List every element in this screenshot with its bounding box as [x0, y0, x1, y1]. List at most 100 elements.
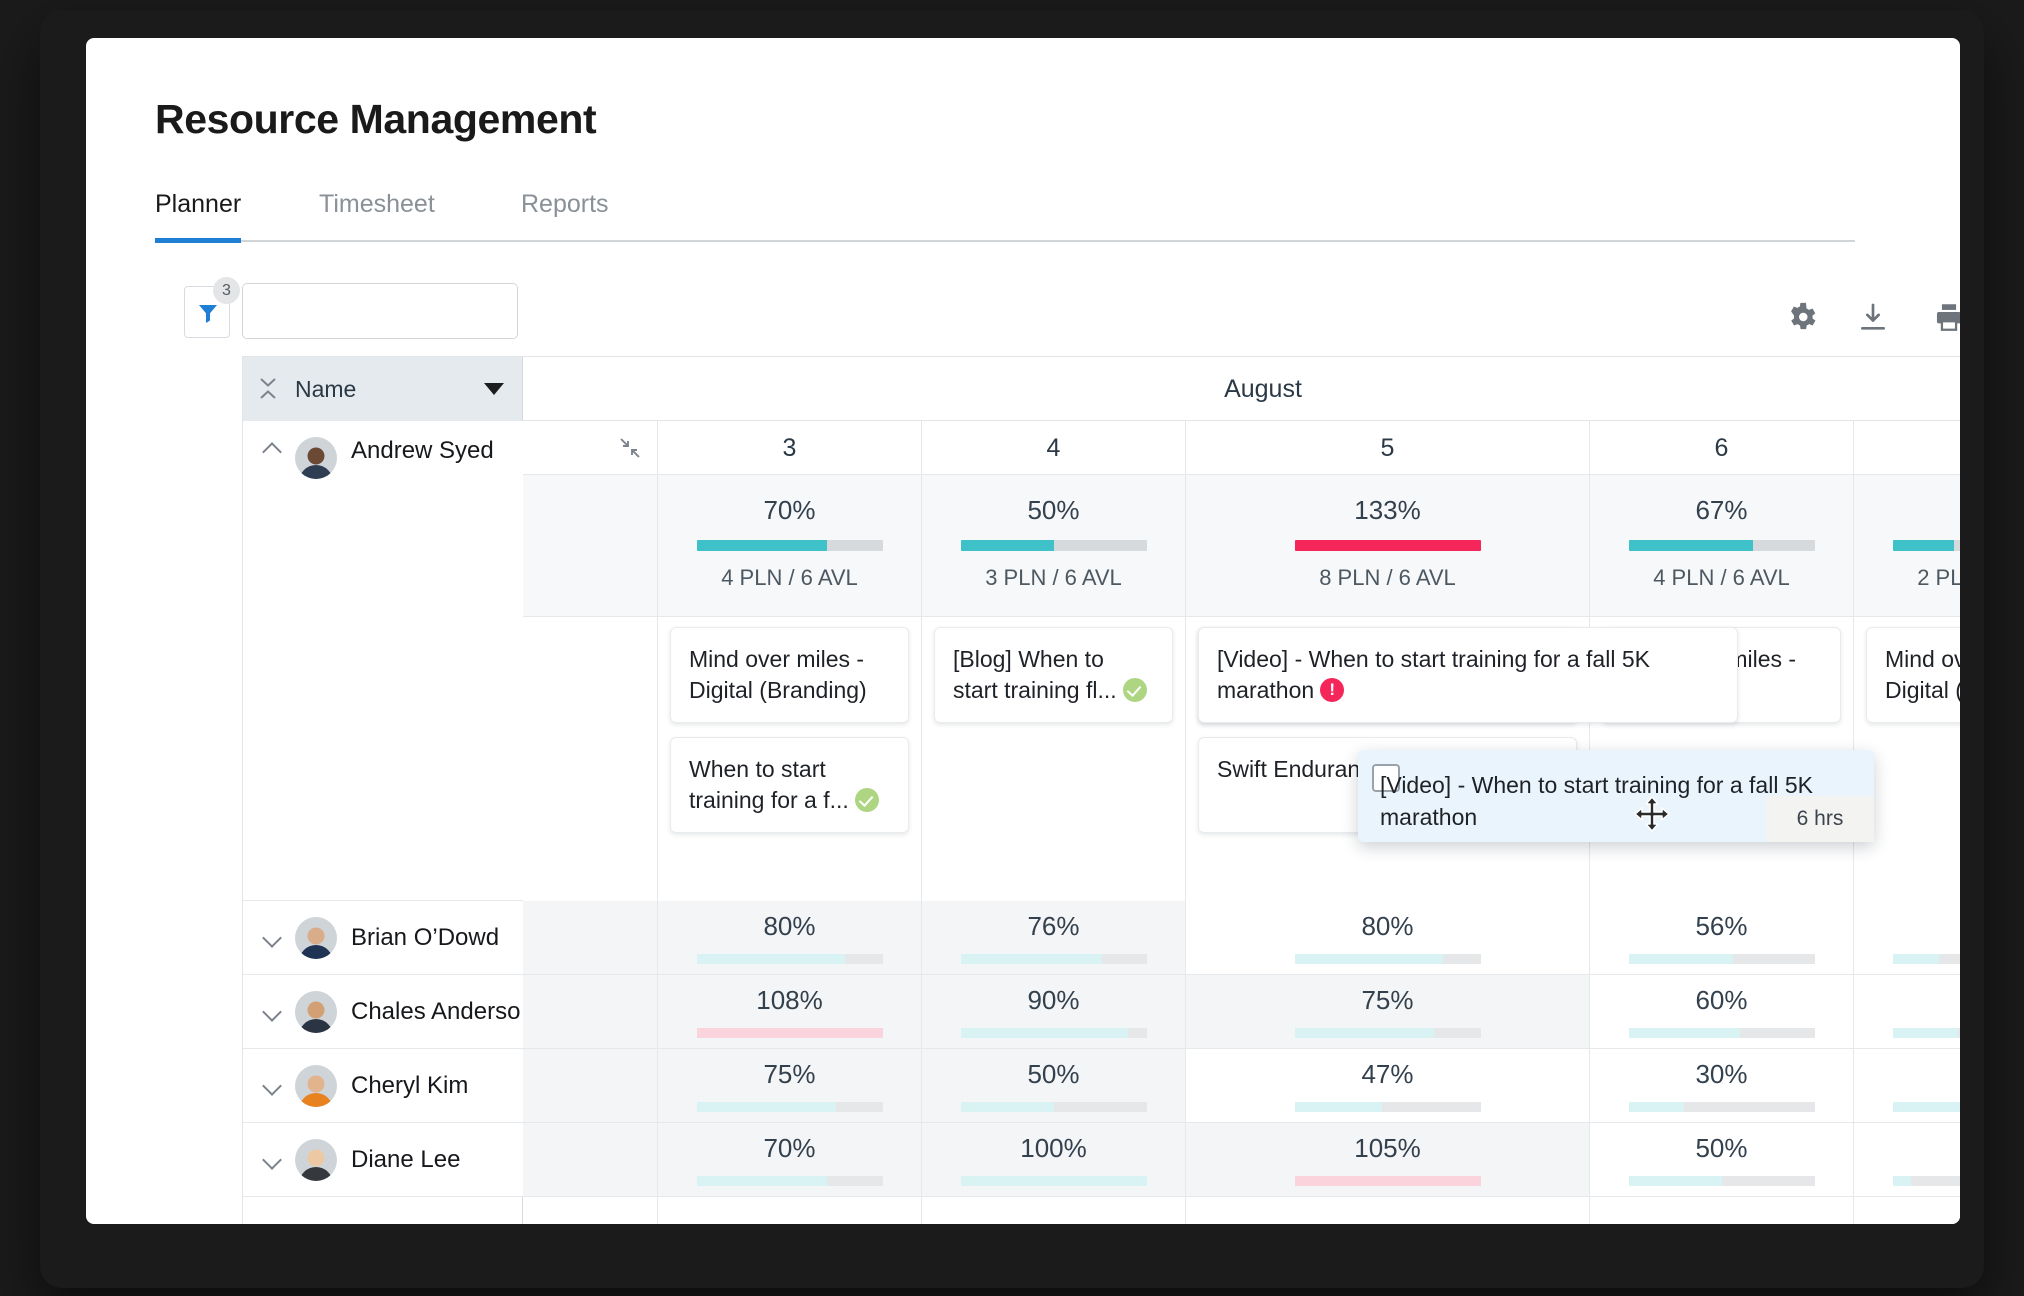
allocation-bar [1294, 1176, 1481, 1186]
allocation-cell[interactable]: 70% [658, 1123, 921, 1197]
allocation-bar [1628, 1176, 1815, 1186]
allocation-cell[interactable] [523, 1049, 657, 1123]
gear-icon[interactable] [1785, 300, 1819, 334]
allocation-percent: 56% [1695, 911, 1748, 941]
allocation-bar [1294, 540, 1481, 551]
task-card[interactable]: Mind over miles - Digital (Branding) [670, 627, 909, 723]
print-icon[interactable] [1932, 300, 1960, 334]
person-name: Diane Lee [351, 1145, 461, 1173]
avatar [295, 1064, 337, 1107]
task-card[interactable]: [Blog] When to start training fl... [934, 627, 1173, 723]
search-input[interactable] [242, 283, 518, 339]
allocation-cell[interactable] [523, 901, 657, 975]
allocation-cell[interactable]: 133% 8 PLN / 6 AVL [1186, 475, 1589, 617]
allocation-cell[interactable]: 90% [922, 975, 1185, 1049]
allocation-detail: 8 PLN / 6 AVL [1319, 565, 1456, 590]
allocation-cell[interactable]: 70% 4 PLN / 6 AVL [658, 475, 921, 617]
allocation-percent: 80% [763, 911, 816, 941]
allocation-bar [1628, 1028, 1815, 1038]
allocation-cell[interactable]: 105% [1186, 1123, 1589, 1197]
allocation-cell[interactable]: 40% [1854, 1049, 1960, 1123]
allocation-bar [960, 1102, 1147, 1112]
allocation-cell[interactable] [523, 975, 657, 1049]
allocation-cell[interactable]: 75% [658, 1049, 921, 1123]
allocation-cell[interactable]: 67% 4 PLN / 6 AVL [1590, 475, 1853, 617]
page-title: Resource Management [155, 96, 597, 142]
filter-button[interactable]: 3 [184, 277, 240, 338]
allocation-cell[interactable]: 50% [922, 1049, 1185, 1123]
allocation-percent: 50% [1027, 495, 1080, 525]
filter-count-badge: 3 [213, 277, 240, 304]
allocation-cell[interactable]: 47% [1186, 1049, 1589, 1123]
allocation-cell[interactable]: 108% [658, 975, 921, 1049]
avatar [295, 1138, 337, 1181]
allocation-cell[interactable]: 50% 3 PLN / 6 AVL [922, 475, 1185, 617]
allocation-bar [696, 1102, 883, 1112]
allocation-cell[interactable]: 35% [1854, 975, 1960, 1049]
allocation-cell[interactable]: 80% [1186, 901, 1589, 975]
chevron-down-icon[interactable] [484, 383, 504, 395]
task-complete-icon [1122, 677, 1147, 702]
drag-ghost-title: [Video] - When to start training for a f… [1380, 772, 1813, 830]
allocation-bar [960, 1176, 1147, 1186]
allocation-percent: 10% [1854, 1133, 1960, 1164]
allocation-cell[interactable]: 30% [1590, 1049, 1853, 1123]
person-row[interactable]: Cheryl Kim [243, 1049, 523, 1123]
task-card[interactable]: [Video] - When to start training for a f… [1198, 627, 1738, 723]
allocation-percent: 50% [1695, 1133, 1748, 1163]
allocation-cell[interactable]: 10% [1854, 1123, 1960, 1197]
allocation-percent: 133% [1354, 495, 1421, 525]
chevron-down-icon[interactable] [261, 927, 283, 949]
allocation-percent: 60% [1695, 985, 1748, 1015]
chevron-down-icon[interactable] [261, 1149, 283, 1171]
collapse-diagonal-icon[interactable] [617, 435, 643, 461]
chevron-down-icon[interactable] [261, 1075, 283, 1097]
allocation-bar [696, 1176, 883, 1186]
allocation-bar [1294, 954, 1481, 964]
day-header[interactable]: 5 [1186, 421, 1589, 475]
allocation-cell[interactable]: 56% [1590, 901, 1853, 975]
allocation-cell[interactable] [523, 1123, 657, 1197]
chevron-up-icon[interactable] [261, 437, 283, 459]
allocation-cell[interactable]: 25% [1854, 901, 1960, 975]
person-row[interactable]: Andrew Syed [243, 421, 523, 901]
allocation-bar [696, 540, 883, 551]
chevron-down-icon[interactable] [261, 1001, 283, 1023]
allocation-bar [1294, 1102, 1481, 1112]
task-title: Mind over miles - Digital (Brandi... [1885, 646, 1960, 703]
allocation-detail: 4 PLN / 6 AVL [721, 565, 858, 590]
person-row[interactable]: Brian O’Dowd [243, 901, 523, 975]
day-header[interactable]: 3 [658, 421, 921, 475]
allocation-cell[interactable]: 60% [1590, 975, 1853, 1049]
task-title: When to start training for a f... [689, 756, 849, 813]
avatar [295, 916, 337, 959]
tab-reports[interactable]: Reports [521, 190, 609, 241]
person-row[interactable]: Diane Lee [243, 1123, 523, 1197]
person-name: Cheryl Kim [351, 1071, 469, 1099]
allocation-detail: 3 PLN / 6 AVL [985, 565, 1122, 590]
day-header[interactable]: 6 [1590, 421, 1853, 475]
allocation-bar [1628, 540, 1815, 551]
task-card[interactable]: Mind over miles - Digital (Brandi... [1866, 627, 1960, 723]
drag-ghost-card[interactable]: [Video] - When to start training for a f… [1358, 750, 1874, 842]
allocation-cell[interactable]: 100% [922, 1123, 1185, 1197]
day-header[interactable]: 4 [922, 421, 1185, 475]
tab-planner[interactable]: Planner [155, 190, 242, 243]
allocation-cell[interactable]: 75% [1186, 975, 1589, 1049]
name-column-label: Name [295, 375, 357, 402]
person-row[interactable]: Chales Anderso [243, 975, 523, 1049]
allocation-cell[interactable]: 50% [1590, 1123, 1853, 1197]
download-icon[interactable] [1856, 300, 1890, 334]
allocation-cell[interactable]: 80% [658, 901, 921, 975]
allocation-percent: 50% [1027, 1059, 1080, 1089]
task-card[interactable]: When to start training for a f... [670, 737, 909, 833]
allocation-percent: 35% [1854, 985, 1960, 1016]
task-complete-icon [854, 787, 879, 812]
name-column-header[interactable]: Name [243, 357, 523, 421]
tab-timesheet[interactable]: Timesheet [319, 190, 435, 241]
allocation-percent: 70% [763, 1133, 816, 1163]
allocation-percent: 25% [1854, 911, 1960, 942]
collapse-vertical-icon[interactable] [257, 376, 279, 402]
allocation-cell[interactable]: 76% [922, 901, 1185, 975]
allocation-cell[interactable] [523, 475, 657, 617]
